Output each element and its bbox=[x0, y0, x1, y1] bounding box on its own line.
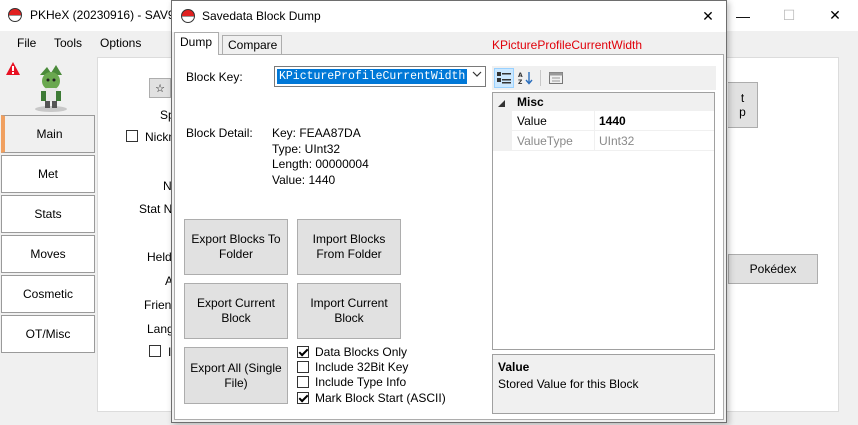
include-32bit-key-label: Include 32Bit Key bbox=[315, 360, 409, 374]
categorized-view-icon[interactable] bbox=[494, 68, 514, 88]
column-divider[interactable] bbox=[594, 131, 595, 150]
current-block-header-label: KPictureProfileCurrentWidth bbox=[492, 38, 643, 52]
include-32bit-key-option[interactable]: Include 32Bit Key bbox=[297, 360, 457, 376]
pokemon-sprite-icon[interactable] bbox=[30, 63, 72, 113]
block-detail-label: Block Detail: bbox=[186, 126, 253, 140]
svg-text:Z: Z bbox=[518, 79, 523, 85]
pokedex-button[interactable]: Pokédex bbox=[728, 254, 818, 284]
menu-tools[interactable]: Tools bbox=[54, 36, 82, 50]
import-blocks-from-folder-button[interactable]: Import Blocks From Folder bbox=[297, 219, 401, 275]
dialog-titlebar: Savedata Block Dump ✕ bbox=[172, 1, 726, 32]
block-key-label: Block Key: bbox=[186, 70, 243, 84]
warning-icon[interactable] bbox=[5, 61, 21, 76]
property-help-pane: Value Stored Value for this Block bbox=[492, 354, 715, 414]
held-item-label: Held bbox=[147, 250, 172, 264]
data-blocks-only-option[interactable]: Data Blocks Only bbox=[297, 345, 457, 361]
language-label: Lang bbox=[147, 322, 174, 336]
mark-block-start-checkbox[interactable] bbox=[297, 392, 309, 404]
block-key-combobox[interactable]: KPictureProfileCurrentWidth bbox=[274, 66, 486, 87]
misc-category-label: Misc bbox=[517, 95, 544, 109]
property-row-valuetype[interactable]: ValueType UInt32 bbox=[493, 131, 714, 151]
tab-moves[interactable]: Moves bbox=[1, 235, 95, 273]
tab-ot-misc[interactable]: OT/Misc bbox=[1, 315, 95, 353]
help-description: Stored Value for this Block bbox=[498, 377, 639, 391]
alphabetical-sort-icon[interactable]: AZ bbox=[516, 68, 536, 88]
nickname-checkbox[interactable] bbox=[126, 130, 138, 142]
import-current-block-button[interactable]: Import Current Block bbox=[297, 283, 401, 339]
property-row-value[interactable]: Value 1440 bbox=[493, 111, 714, 131]
column-divider[interactable] bbox=[594, 111, 595, 130]
dialog-close-button[interactable]: ✕ bbox=[688, 1, 728, 32]
menu-options[interactable]: Options bbox=[100, 36, 141, 50]
misc-category-row[interactable]: Misc bbox=[493, 93, 714, 111]
tab-main[interactable]: Main bbox=[1, 115, 95, 153]
export-current-block-button[interactable]: Export Current Block bbox=[184, 283, 288, 339]
property-name-valuetype: ValueType bbox=[517, 134, 573, 148]
collapse-icon[interactable] bbox=[497, 97, 506, 111]
include-type-info-checkbox[interactable] bbox=[297, 376, 309, 388]
data-blocks-only-label: Data Blocks Only bbox=[315, 345, 408, 359]
block-detail-key: Key: FEAA87DA bbox=[272, 126, 361, 140]
block-detail-length: Length: 00000004 bbox=[272, 157, 369, 171]
export-blocks-to-folder-button[interactable]: Export Blocks To Folder bbox=[184, 219, 288, 275]
tab-stats[interactable]: Stats bbox=[1, 195, 95, 233]
maximize-button[interactable]: ☐ bbox=[766, 0, 812, 31]
include-type-info-label: Include Type Info bbox=[315, 375, 407, 389]
export-all-single-file-button[interactable]: Export All (Single File) bbox=[184, 347, 288, 404]
block-key-selected-value: KPictureProfileCurrentWidth bbox=[275, 68, 469, 85]
mark-block-start-option[interactable]: Mark Block Start (ASCII) bbox=[297, 391, 457, 407]
dialog-body: Dump Compare KPictureProfileCurrentWidth… bbox=[172, 32, 726, 422]
svg-text:A: A bbox=[518, 72, 523, 79]
property-name-value: Value bbox=[517, 114, 547, 128]
stat-nature-label: Stat N bbox=[139, 202, 173, 216]
help-title: Value bbox=[498, 360, 530, 374]
row-margin bbox=[493, 111, 512, 130]
property-value-value[interactable]: 1440 bbox=[599, 114, 626, 128]
tab-compare[interactable]: Compare bbox=[222, 35, 282, 55]
dialog-title: Savedata Block Dump bbox=[202, 9, 321, 23]
include-32bit-key-checkbox[interactable] bbox=[297, 361, 309, 373]
partial-right-button-line2: p bbox=[739, 105, 746, 119]
main-left-panel: Main Met Stats Moves Cosmetic OT/Misc bbox=[0, 55, 97, 425]
block-detail-text: Key: FEAA87DA Type: UInt32 Length: 00000… bbox=[272, 126, 369, 188]
block-detail-value: Value: 1440 bbox=[272, 172, 336, 187]
mark-block-start-label: Mark Block Start (ASCII) bbox=[315, 391, 446, 405]
property-pages-icon[interactable] bbox=[546, 68, 566, 88]
property-grid-toolbar: AZ bbox=[492, 66, 716, 90]
chevron-down-icon[interactable] bbox=[472, 70, 482, 81]
tab-cosmetic[interactable]: Cosmetic bbox=[1, 275, 95, 313]
partial-right-button-line1: t bbox=[740, 91, 745, 105]
block-detail-type: Type: UInt32 bbox=[272, 141, 341, 156]
close-button[interactable]: ✕ bbox=[812, 0, 858, 31]
data-blocks-only-checkbox[interactable] bbox=[297, 346, 309, 358]
menu-file[interactable]: File bbox=[17, 36, 36, 50]
property-grid: Misc Value 1440 ValueType UInt32 bbox=[492, 92, 715, 350]
row-margin bbox=[493, 131, 512, 150]
toolbar-separator bbox=[540, 70, 541, 86]
savedata-block-dump-dialog: Savedata Block Dump ✕ Dump Compare KPict… bbox=[171, 0, 727, 423]
partial-right-button[interactable]: t p bbox=[728, 82, 758, 128]
star-button[interactable]: ☆ bbox=[149, 78, 171, 98]
include-type-info-option[interactable]: Include Type Info bbox=[297, 375, 457, 391]
is-egg-checkbox[interactable] bbox=[149, 345, 161, 357]
tab-met[interactable]: Met bbox=[1, 155, 95, 193]
tab-dump[interactable]: Dump bbox=[174, 32, 219, 55]
main-window-title: PKHeX (20230916) - SAV9SV bbox=[30, 8, 191, 22]
pokeball-dialog-icon bbox=[181, 9, 195, 23]
pokeball-app-icon bbox=[8, 8, 22, 22]
property-value-valuetype: UInt32 bbox=[599, 134, 635, 148]
